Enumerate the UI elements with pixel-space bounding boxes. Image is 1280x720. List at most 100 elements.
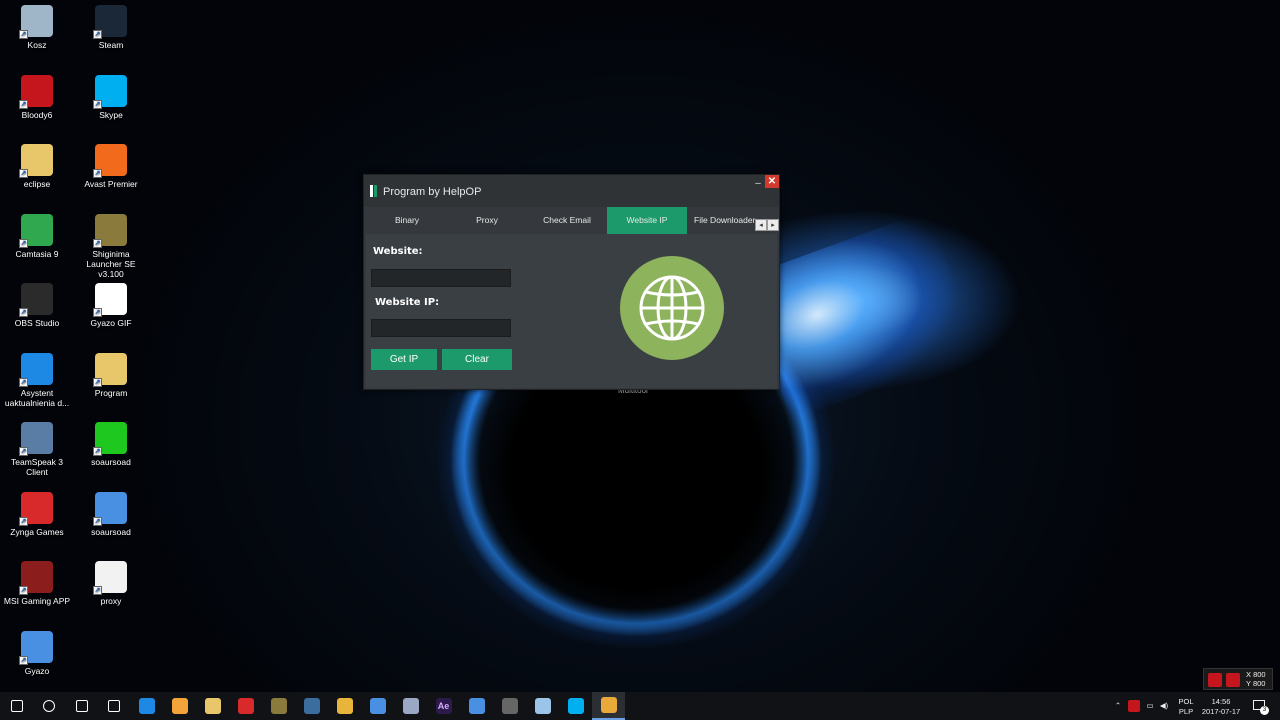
tray-chevron-icon[interactable]: ⌃ [1112,701,1124,711]
taskbar: Ae ⌃ ▭ ◀) POL PLP 14:56 2017-07-17 3 [0,692,1280,720]
taskbar-item-skype[interactable] [559,692,592,720]
app-logo-icon [370,185,378,197]
notifications-count: 3 [1260,706,1269,715]
shortcut-arrow-icon: ↗ [19,99,28,109]
taskbar-item-gyazo-gif[interactable] [460,692,493,720]
window-titlebar[interactable]: Program by HelpOP – ✕ [364,175,779,207]
shortcut-arrow-icon: ↗ [19,586,28,595]
desktop-icon[interactable]: ↗ Asystent uaktualnienia d... [1,352,73,408]
taskbar-item-gyazo[interactable] [361,692,394,720]
tab-scroll-left-button[interactable]: ◂ [755,219,767,231]
taskbar-item-start-windows[interactable] [0,692,33,720]
after-effects-icon: Ae [435,698,452,714]
taskbar-item-edge[interactable] [130,692,163,720]
get-ip-button[interactable]: Get IP [371,349,437,370]
taskbar-item-zynga[interactable] [229,692,262,720]
taskbar-item-minecraft-block[interactable] [262,692,295,720]
shortcut-arrow-icon: ↗ [93,169,102,178]
store-icon [108,700,120,712]
desktop-icon-label: soaursoad [91,526,131,537]
clock[interactable]: 14:56 2017-07-17 [1198,697,1244,717]
taskbar-item-helpop-program[interactable] [592,692,625,720]
tab-proxy[interactable]: Proxy [447,207,527,234]
taskbar-item-store[interactable] [98,692,131,720]
bloody-hand-icon: ↗ [19,74,53,109]
desktop-icon[interactable]: ↗ proxy [75,561,147,606]
taskbar-item-after-effects[interactable]: Ae [427,692,460,720]
language-indicator[interactable]: POL PLP [1175,697,1197,717]
desktop-icon[interactable]: ↗ Program [75,352,147,398]
globe-badge [620,256,724,360]
taskbar-item-obs-pill[interactable] [394,692,427,720]
green-image-icon: ↗ [93,422,127,456]
skype-icon: ↗ [93,74,127,109]
tab-website-ip[interactable]: Website IP [607,207,687,234]
start-windows-icon [10,700,23,712]
shortcut-arrow-icon: ↗ [93,377,102,387]
website-ip-panel: Website: Website IP: Get IP Clear [366,234,777,388]
obs-icon [501,698,518,714]
taskbar-item-video-player[interactable] [163,692,196,720]
zynga-icon: ↗ [19,491,53,526]
desktop-icon[interactable]: ↗ Skype [75,74,147,120]
desktop-icon[interactable]: ↗ OBS Studio [1,283,73,328]
desktop-icon[interactable]: ↗ soaursoad [75,422,147,467]
shortcut-arrow-icon: ↗ [19,238,28,248]
obs-pill-icon [402,698,419,714]
helpop-program-icon [600,697,617,713]
desktop-icon[interactable]: ↗ Kosz [1,5,73,50]
taskbar-item-obs[interactable] [493,692,526,720]
steam-icon: ↗ [93,5,127,39]
tab-file-downloader[interactable]: File Downloader [687,207,757,234]
camtasia-icon: ↗ [19,213,53,248]
tab-check-email[interactable]: Check Email [527,207,607,234]
steam-icon [303,698,320,714]
desktop-icon[interactable]: ↗ Camtasia 9 [1,213,73,259]
desktop-icon[interactable]: ↗ Avast Premier [75,144,147,189]
desktop-icon[interactable]: ↗ Shiginima Launcher SE v3.100 [75,213,147,279]
website-input[interactable] [371,269,511,287]
desktop-icon[interactable]: ↗ Gyazo GIF [75,283,147,328]
shortcut-arrow-icon: ↗ [93,586,102,595]
tab-binary[interactable]: Binary [367,207,447,234]
desktop-icon[interactable]: ↗ TeamSpeak 3 Client [1,422,73,477]
clock-date: 2017-07-17 [1201,707,1241,716]
shortcut-arrow-icon: ↗ [19,169,28,178]
desktop-icon-label: Gyazo [24,665,50,676]
tab-scroll-right-button[interactable]: ▸ [767,219,779,231]
desktop-icon[interactable]: ↗ Zynga Games [1,491,73,537]
close-button[interactable]: ✕ [765,175,779,188]
network-icon[interactable]: ▭ [1144,701,1156,711]
taskbar-item-search[interactable] [33,692,66,720]
chrome-icon [336,698,353,714]
desktop-icon-label: Zynga Games [10,526,64,537]
desktop-icon[interactable]: ↗ MSI Gaming APP [1,561,73,606]
folder-icon: ↗ [19,144,53,178]
taskbar-item-notepad[interactable] [526,692,559,720]
text-file-icon: ↗ [93,561,127,595]
taskbar-item-task-view[interactable] [65,692,98,720]
desktop-icon[interactable]: ↗ Bloody6 [1,74,73,120]
desktop-icon[interactable]: ↗ Steam [75,5,147,50]
clear-button[interactable]: Clear [442,349,512,370]
desktop-icon[interactable]: ↗ soaursoad [75,491,147,537]
desktop-icon-label: OBS Studio [14,318,60,328]
website-label: Website: [373,246,423,257]
minimize-button[interactable]: – [753,179,763,191]
website-ip-output[interactable] [371,319,511,337]
shortcut-arrow-icon: ↗ [93,238,102,248]
taskbar-item-steam[interactable] [295,692,328,720]
video-file-icon: ↗ [93,491,127,526]
taskbar-item-file-explorer[interactable] [196,692,229,720]
taskbar-item-chrome[interactable] [328,692,361,720]
tray-bloody-icon[interactable] [1128,700,1140,712]
shortcut-arrow-icon: ↗ [19,655,28,665]
desktop-icon[interactable]: ↗ eclipse [1,144,73,189]
action-center-button[interactable]: 3 [1251,698,1269,715]
desktop-icon[interactable]: ↗ Gyazo [1,630,73,676]
gyazo-gif-icon: ↗ [93,283,127,317]
window-title: Program by HelpOP [383,186,482,198]
shortcut-arrow-icon: ↗ [93,99,102,109]
volume-icon[interactable]: ◀) [1158,701,1170,711]
shortcut-arrow-icon: ↗ [19,30,28,39]
